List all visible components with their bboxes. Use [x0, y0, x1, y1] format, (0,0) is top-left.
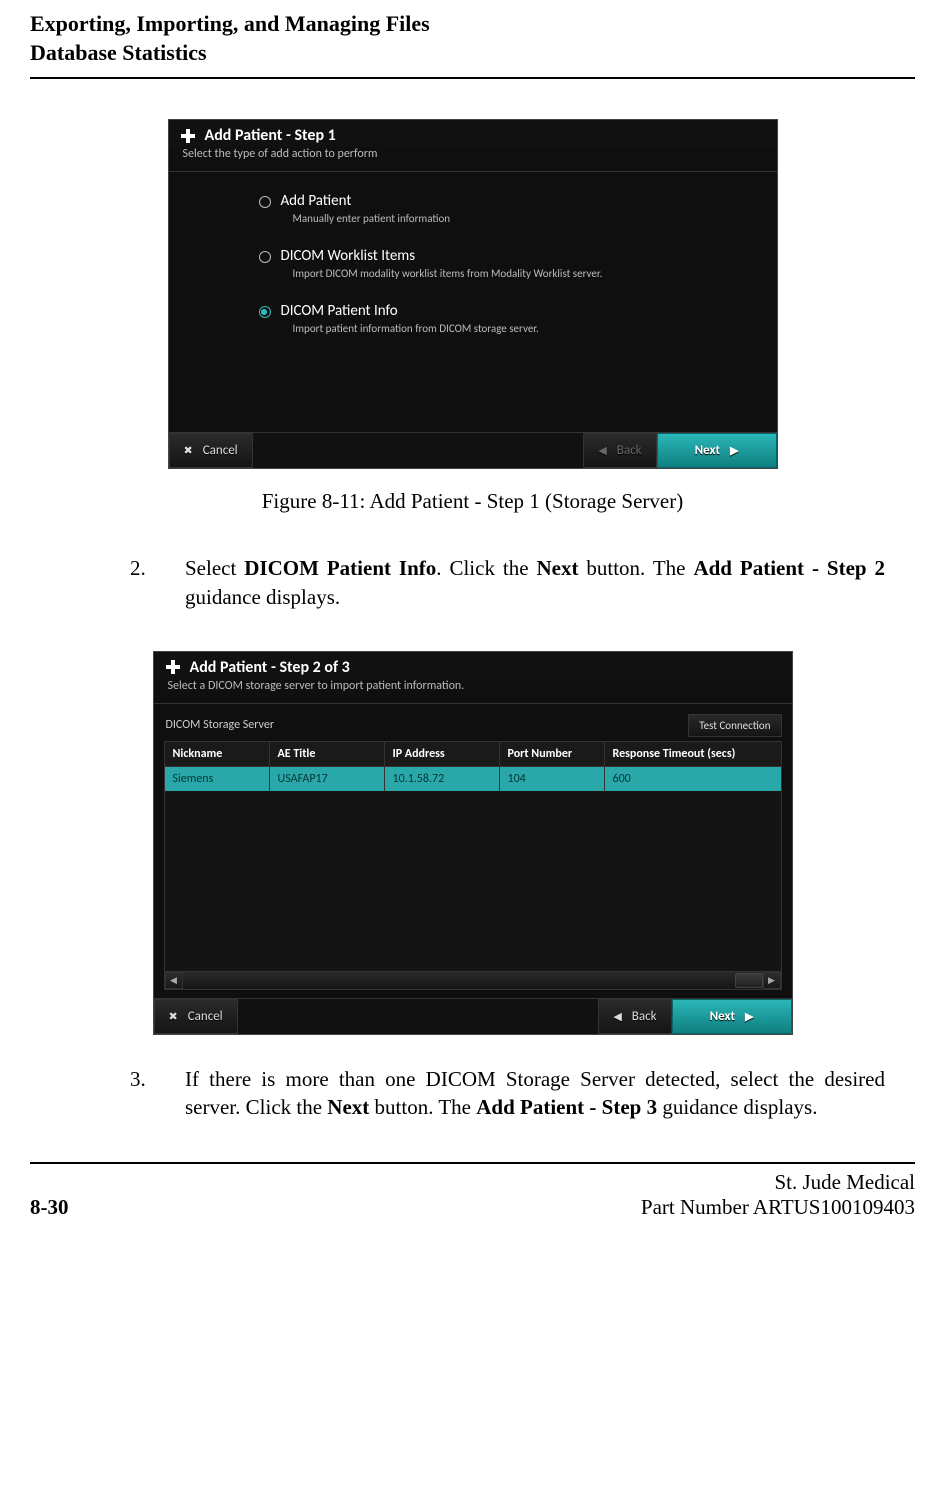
step-text: . Click the: [436, 556, 536, 580]
step-bold: DICOM Patient Info: [244, 556, 436, 580]
footer-divider: [30, 1162, 915, 1164]
step-bold: Add Patient - Step 3: [476, 1095, 657, 1119]
step-number: 2.: [130, 554, 185, 611]
step-text: guidance displays.: [185, 585, 340, 609]
option-dicom-patient-info[interactable]: DICOM Patient Info Import patient inform…: [259, 302, 757, 335]
table-empty-area: [165, 791, 781, 971]
column-header-ae-title[interactable]: AE Title: [270, 742, 385, 766]
option-dicom-worklist[interactable]: DICOM Worklist Items Import DICOM modali…: [259, 247, 757, 280]
back-button[interactable]: ◀ Back: [598, 999, 671, 1034]
step-3: 3. If there is more than one DICOM Stora…: [130, 1065, 885, 1122]
cancel-label: Cancel: [203, 443, 238, 458]
cancel-button[interactable]: ✖ Cancel: [154, 999, 238, 1034]
close-icon: ✖: [184, 444, 193, 457]
close-icon: ✖: [169, 1010, 178, 1023]
add-patient-icon: [179, 127, 197, 145]
header-line1: Exporting, Importing, and Managing Files: [30, 10, 915, 39]
scroll-left-icon[interactable]: ◀: [165, 972, 183, 989]
back-label: Back: [632, 1009, 657, 1024]
arrow-left-icon: ◀: [598, 444, 606, 457]
next-label: Next: [710, 1009, 735, 1024]
table-row[interactable]: Siemens USAFAP17 10.1.58.72 104 600: [165, 767, 781, 791]
horizontal-scrollbar[interactable]: ◀ ▶: [165, 971, 781, 989]
test-connection-button[interactable]: Test Connection: [688, 714, 781, 737]
dialog-titlebar: Add Patient - Step 1: [169, 120, 777, 147]
header-divider: [30, 77, 915, 79]
cell-ae-title: USAFAP17: [270, 767, 385, 791]
cell-port-number: 104: [500, 767, 605, 791]
option-label: Add Patient: [281, 192, 451, 210]
column-header-ip-address[interactable]: IP Address: [385, 742, 500, 766]
step-bold: Next: [327, 1095, 369, 1119]
step-text: button. The: [369, 1095, 476, 1119]
table-header-row: Nickname AE Title IP Address Port Number…: [165, 742, 781, 767]
cancel-label: Cancel: [188, 1009, 223, 1024]
dialog-title: Add Patient - Step 1: [205, 126, 336, 145]
cancel-button[interactable]: ✖ Cancel: [169, 433, 253, 468]
option-label: DICOM Patient Info: [281, 302, 539, 320]
option-desc: Import patient information from DICOM st…: [281, 322, 539, 335]
step-2: 2. Select DICOM Patient Info. Click the …: [130, 554, 885, 611]
step-text: button. The: [578, 556, 693, 580]
radio-icon[interactable]: [259, 251, 271, 263]
arrow-left-icon: ◀: [613, 1010, 621, 1023]
storage-server-label: DICOM Storage Server: [166, 718, 275, 732]
footer-partnumber: Part Number ARTUS100109403: [641, 1195, 915, 1220]
add-patient-step2-dialog: Add Patient - Step 2 of 3 Select a DICOM…: [153, 651, 793, 1035]
header-line2: Database Statistics: [30, 39, 915, 68]
next-label: Next: [695, 443, 720, 458]
cell-response-timeout: 600: [605, 767, 781, 791]
add-patient-step1-dialog: Add Patient - Step 1 Select the type of …: [168, 119, 778, 469]
page-number: 8-30: [30, 1195, 69, 1220]
add-patient-icon: [164, 658, 182, 676]
footer-org: St. Jude Medical: [641, 1170, 915, 1195]
figure-caption: Figure 8-11: Add Patient - Step 1 (Stora…: [30, 489, 915, 514]
step-text: Select: [185, 556, 244, 580]
scroll-thumb[interactable]: [735, 973, 763, 988]
option-add-patient[interactable]: Add Patient Manually enter patient infor…: [259, 192, 757, 225]
column-header-response-timeout[interactable]: Response Timeout (secs): [605, 742, 781, 766]
back-label: Back: [617, 443, 642, 458]
scroll-track[interactable]: [183, 972, 763, 989]
arrow-right-icon: ▶: [730, 444, 738, 457]
dialog-titlebar: Add Patient - Step 2 of 3: [154, 652, 792, 679]
dialog-subtitle: Select a DICOM storage server to import …: [154, 679, 792, 699]
step-text: guidance displays.: [657, 1095, 817, 1119]
column-header-port-number[interactable]: Port Number: [500, 742, 605, 766]
next-button[interactable]: Next ▶: [672, 999, 792, 1034]
radio-icon[interactable]: [259, 196, 271, 208]
option-desc: Import DICOM modality worklist items fro…: [281, 267, 603, 280]
step-number: 3.: [130, 1065, 185, 1122]
cell-nickname: Siemens: [165, 767, 270, 791]
next-button[interactable]: Next ▶: [657, 433, 777, 468]
step-bold: Next: [536, 556, 578, 580]
scroll-right-icon[interactable]: ▶: [763, 972, 781, 989]
dialog-subtitle: Select the type of add action to perform: [169, 147, 777, 167]
option-label: DICOM Worklist Items: [281, 247, 603, 265]
radio-icon-selected[interactable]: [259, 306, 271, 318]
dialog-title: Add Patient - Step 2 of 3: [190, 658, 350, 677]
cell-ip-address: 10.1.58.72: [385, 767, 500, 791]
back-button[interactable]: ◀ Back: [583, 433, 656, 468]
column-header-nickname[interactable]: Nickname: [165, 742, 270, 766]
option-desc: Manually enter patient information: [281, 212, 451, 225]
step-bold: Add Patient - Step 2: [693, 556, 885, 580]
arrow-right-icon: ▶: [745, 1010, 753, 1023]
server-table: Nickname AE Title IP Address Port Number…: [164, 741, 782, 990]
